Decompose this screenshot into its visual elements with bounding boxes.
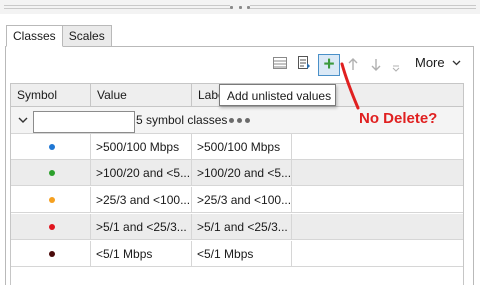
tab-classes[interactable]: Classes [6,25,63,47]
symbol-cell[interactable] [11,187,91,213]
pane-splitter[interactable] [0,0,480,14]
tab-strip: Classes Scales [6,25,112,47]
symbol-swatch[interactable] [49,197,55,203]
symbol-swatch[interactable] [49,170,55,176]
symbology-pane: Classes Scales + More Symbol Value Label… [0,0,480,285]
table-row[interactable]: >100/20 and <5... >100/20 and <5... [11,160,463,186]
tab-scales[interactable]: Scales [61,25,112,47]
annotation-pointer-line [340,62,360,110]
move-down-icon[interactable] [366,54,386,74]
group-options-icon[interactable] [229,118,250,123]
symbol-swatch[interactable] [49,144,55,150]
symbol-cell[interactable] [11,214,91,240]
symbol-swatch[interactable] [49,251,55,257]
table-row[interactable]: >5/1 and <25/3... >5/1 and <25/3... [11,214,463,240]
more-label: More [415,55,445,70]
collapse-chevron-icon[interactable] [17,114,29,126]
label-cell[interactable]: >25/3 and <100... [192,187,292,213]
group-class-count: 5 symbol classes [136,113,228,127]
value-cell[interactable]: >5/1 and <25/3... [91,214,192,240]
value-cell[interactable]: >500/100 Mbps [91,134,192,160]
list-view-icon[interactable] [270,53,290,73]
splitter-grip-icon[interactable] [230,4,250,10]
table-row[interactable]: >25/3 and <100... >25/3 and <100... [11,187,463,213]
symbol-cell[interactable] [11,241,91,267]
label-cell[interactable]: <5/1 Mbps [192,241,292,267]
table-row[interactable]: >500/100 Mbps >500/100 Mbps [11,134,463,160]
label-cell[interactable]: >500/100 Mbps [192,134,292,160]
symbol-cell[interactable] [11,134,91,160]
annotation-text: No Delete? [359,110,438,127]
sort-icon[interactable] [386,56,406,76]
add-icon[interactable]: + [318,54,340,76]
value-cell[interactable]: <5/1 Mbps [91,241,192,267]
table-row[interactable]: <5/1 Mbps <5/1 Mbps [11,241,463,267]
import-icon[interactable] [294,53,314,73]
symbol-cell[interactable] [11,160,91,186]
symbol-swatch[interactable] [49,224,55,230]
value-cell[interactable]: >25/3 and <100... [91,187,192,213]
column-header-symbol[interactable]: Symbol [11,84,91,106]
group-heading-input[interactable] [33,111,135,133]
label-cell[interactable]: >5/1 and <25/3... [192,214,292,240]
value-cell[interactable]: >100/20 and <5... [91,160,192,186]
label-cell[interactable]: >100/20 and <5... [192,160,292,186]
column-header-value[interactable]: Value [91,84,192,106]
chevron-down-icon [452,60,461,65]
add-unlisted-values-tooltip: Add unlisted values [219,84,336,106]
more-menu-button[interactable]: More [415,55,461,70]
